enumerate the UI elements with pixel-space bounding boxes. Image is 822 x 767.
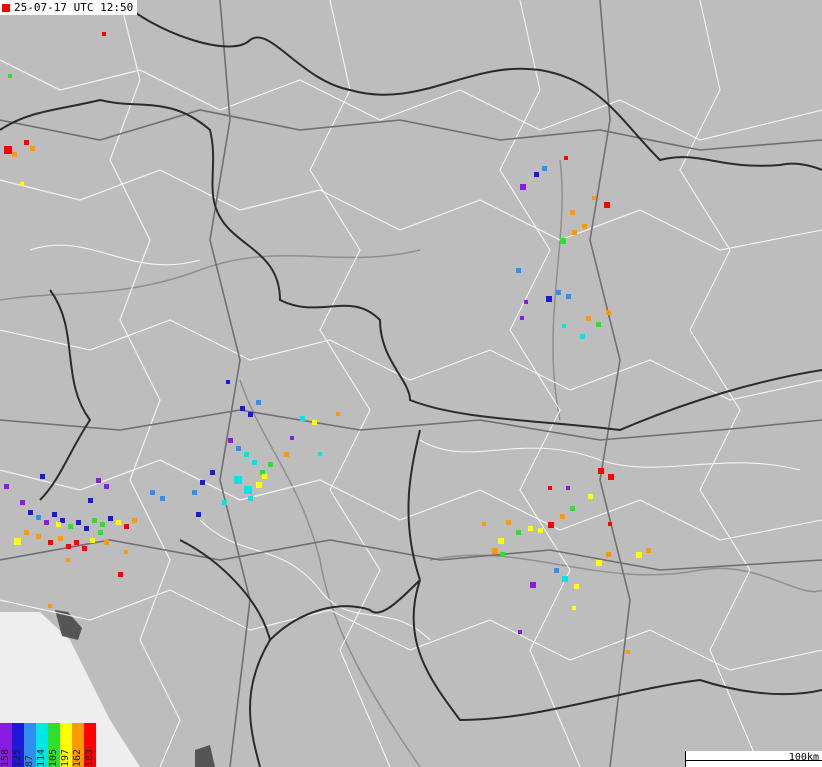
marker-square-icon	[2, 3, 10, 12]
legend-swatch: 197	[60, 723, 72, 767]
legend-label: 125	[12, 748, 23, 767]
timestamp-text: 25-07-17 UTC 12:50	[14, 1, 134, 14]
scale-label: 100km	[788, 752, 819, 763]
legend-swatch: 183	[84, 723, 96, 767]
timestamp-label: 25-07-17 UTC 12:50	[0, 0, 138, 15]
legend-swatch: 162	[72, 723, 84, 767]
lightning-map[interactable]	[0, 0, 822, 767]
legend-label: 105	[48, 748, 59, 767]
legend-swatch: 158	[0, 723, 12, 767]
legend-label: 197	[60, 748, 71, 767]
legend-label: 114	[36, 748, 47, 767]
legend-label: 162	[72, 748, 83, 767]
land-background	[0, 0, 822, 767]
scale-bar: 100km	[685, 751, 822, 767]
legend-label: 158	[0, 748, 11, 767]
legend-swatch: 125	[12, 723, 24, 767]
age-legend: 158 125 87 114 105 197 162 183	[0, 723, 96, 767]
legend-swatch: 105	[48, 723, 60, 767]
legend-label: 183	[84, 748, 95, 767]
legend-swatch: 114	[36, 723, 48, 767]
legend-label: 87	[24, 754, 35, 767]
legend-swatch: 87	[24, 723, 36, 767]
